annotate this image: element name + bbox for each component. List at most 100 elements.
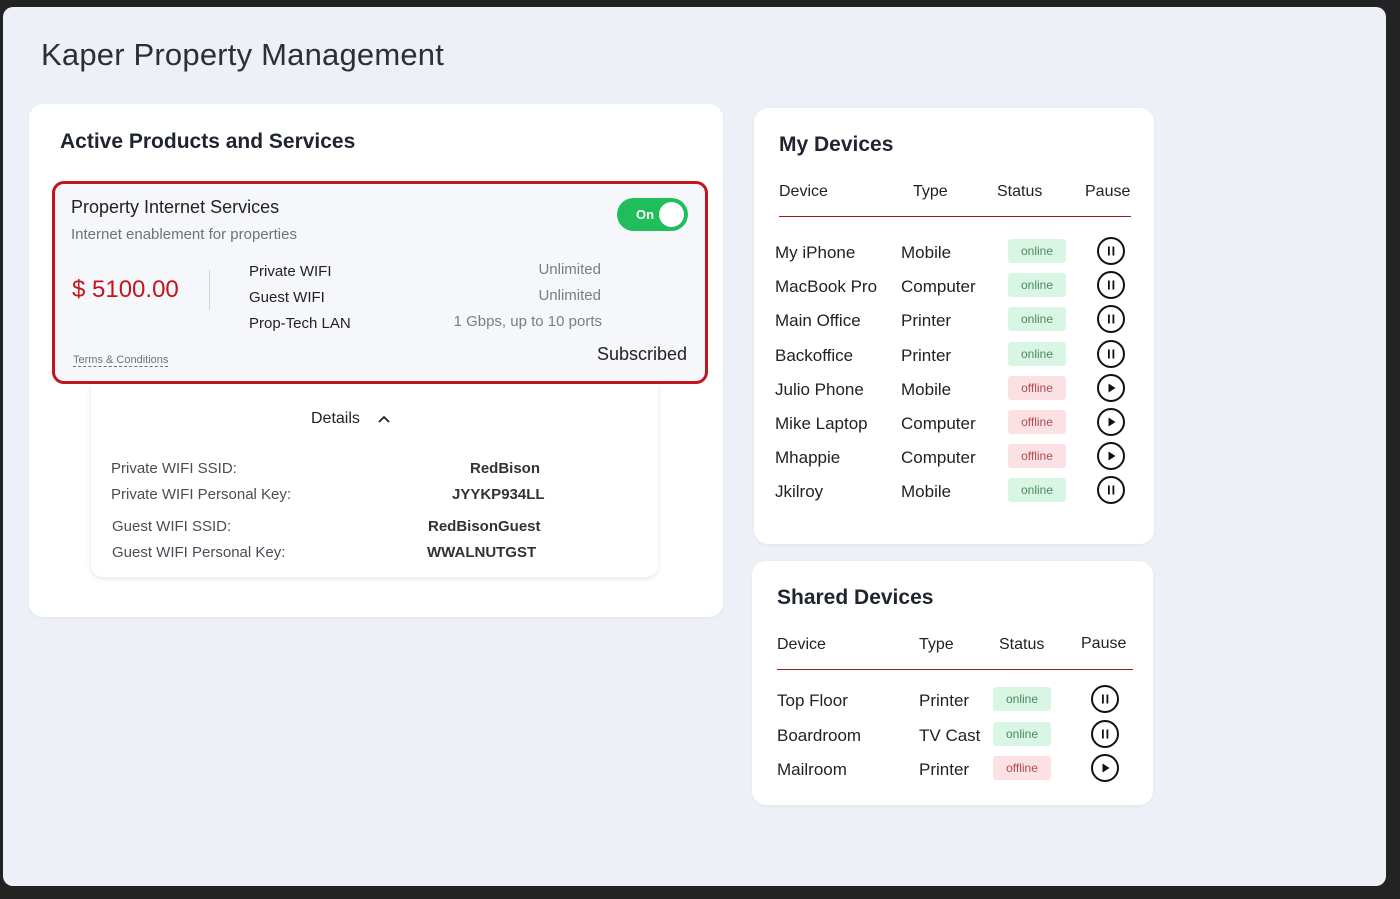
pause-bar <box>1102 729 1104 738</box>
device-name: Top Floor <box>777 691 848 710</box>
my-devices-title: My Devices <box>779 133 894 156</box>
detail-label: Private WIFI SSID: <box>111 460 237 477</box>
status-badge: online <box>1008 307 1066 332</box>
toggle-label: On <box>636 207 655 222</box>
detail-label: Private WIFI Personal Key: <box>111 486 292 503</box>
column-header-type: Type <box>913 183 948 200</box>
toggle-knob <box>659 202 684 227</box>
pause-bar <box>1102 694 1104 704</box>
status-badge: offline <box>1008 410 1066 434</box>
status-badge: offline <box>1008 444 1066 469</box>
shared-devices-card: Shared Devices Device Type Status Pause … <box>752 561 1153 805</box>
device-name: My iPhone <box>775 243 856 262</box>
app-window: Kaper Property Management Active Product… <box>3 7 1386 886</box>
pause-bar <box>1112 314 1115 324</box>
detail-label: Guest WIFI Personal Key: <box>112 544 286 561</box>
shared-devices-title: Shared Devices <box>777 586 934 609</box>
status-badge: offline <box>993 756 1051 780</box>
status-badge: online <box>1008 239 1066 263</box>
device-type: Mobile <box>901 482 952 502</box>
play-triangle <box>1108 417 1116 427</box>
column-header-device: Device <box>779 183 828 200</box>
feature-name: Private WIFI <box>249 263 332 280</box>
feature-value: 1 Gbps, up to 10 ports <box>453 313 602 330</box>
pause-bar <box>1112 280 1115 290</box>
status-badge: offline <box>1008 375 1066 400</box>
detail-value: JYYKP934LL <box>452 486 545 503</box>
details-toggle[interactable]: Details <box>311 410 390 428</box>
pause-button[interactable] <box>1091 719 1119 748</box>
device-name: Julio Phone <box>775 379 864 399</box>
play-icon <box>1108 417 1116 427</box>
detail-value: WWALNUTGST <box>427 544 537 561</box>
feature-name: Guest WIFI <box>249 289 325 306</box>
detail-value: RedBison <box>470 460 541 477</box>
pause-button[interactable] <box>1097 237 1125 265</box>
pause-bar <box>1108 246 1110 256</box>
divider <box>209 270 210 310</box>
pause-button[interactable] <box>1097 339 1125 368</box>
device-type: Mobile <box>901 243 952 262</box>
pause-button[interactable] <box>1097 271 1125 300</box>
pause-icon <box>1102 729 1109 738</box>
column-header-device: Device <box>777 636 826 653</box>
pause-button[interactable] <box>1097 305 1125 334</box>
column-header-status: Status <box>997 183 1043 200</box>
play-triangle <box>1108 451 1116 461</box>
product-card: Property Internet Services Internet enab… <box>52 181 708 384</box>
pause-icon <box>1108 314 1115 324</box>
detail-label: Guest WIFI SSID: <box>112 518 232 535</box>
device-type: Printer <box>901 345 952 365</box>
device-name: Backoffice <box>775 345 854 365</box>
page-title: Kaper Property Management <box>41 37 445 72</box>
play-triangle <box>1102 763 1110 773</box>
feature-value: Unlimited <box>538 261 601 278</box>
device-type: Printer <box>919 691 970 710</box>
product-price: $ 5100.00 <box>72 276 179 303</box>
status-badge: online <box>1008 478 1066 503</box>
feature-value: Unlimited <box>538 287 601 304</box>
device-name: Jkilroy <box>775 482 824 502</box>
pause-button[interactable] <box>1091 685 1119 713</box>
pause-button[interactable] <box>1097 476 1125 505</box>
status-badge: online <box>993 721 1051 746</box>
column-header-pause: Pause <box>1081 635 1127 652</box>
resume-button[interactable] <box>1097 373 1125 402</box>
device-type: Printer <box>901 311 952 331</box>
terms-link[interactable]: Terms & Conditions <box>73 354 169 367</box>
pause-bar <box>1112 349 1115 359</box>
device-type: Mobile <box>901 379 952 399</box>
status-badge: online <box>1008 341 1066 366</box>
active-products-card: Active Products and Services Property In… <box>29 104 723 617</box>
pause-icon <box>1102 694 1109 704</box>
resume-button[interactable] <box>1091 754 1119 782</box>
resume-button[interactable] <box>1097 408 1125 436</box>
device-name: Mhappie <box>775 448 841 468</box>
pause-bar <box>1106 729 1109 738</box>
pause-bar <box>1112 246 1115 256</box>
details-label: Details <box>311 410 360 427</box>
service-toggle[interactable]: On <box>617 198 688 231</box>
pause-bar <box>1108 280 1110 290</box>
feature-name: Prop-Tech LAN <box>249 315 351 332</box>
column-header-type: Type <box>919 636 954 653</box>
pause-icon <box>1108 485 1115 495</box>
details-panel: Details Private WIFI SSID: RedBison Priv… <box>91 384 658 577</box>
pause-bar <box>1108 314 1110 324</box>
pause-icon <box>1108 246 1115 256</box>
detail-value: RedBisonGuest <box>428 518 541 535</box>
chevron-up-icon <box>378 415 390 423</box>
device-type: Printer <box>919 760 970 779</box>
pause-bar <box>1106 694 1109 704</box>
device-type: TV Cast <box>919 725 981 745</box>
header-rule <box>777 669 1133 670</box>
pause-icon <box>1108 280 1115 290</box>
device-type: Computer <box>901 277 976 297</box>
pause-bar <box>1108 485 1110 495</box>
device-name: MacBook Pro <box>775 277 878 297</box>
pause-bar <box>1112 485 1115 495</box>
play-icon <box>1108 451 1116 461</box>
product-name: Property Internet Services <box>71 197 280 217</box>
pause-bar <box>1108 349 1110 359</box>
resume-button[interactable] <box>1097 442 1125 471</box>
